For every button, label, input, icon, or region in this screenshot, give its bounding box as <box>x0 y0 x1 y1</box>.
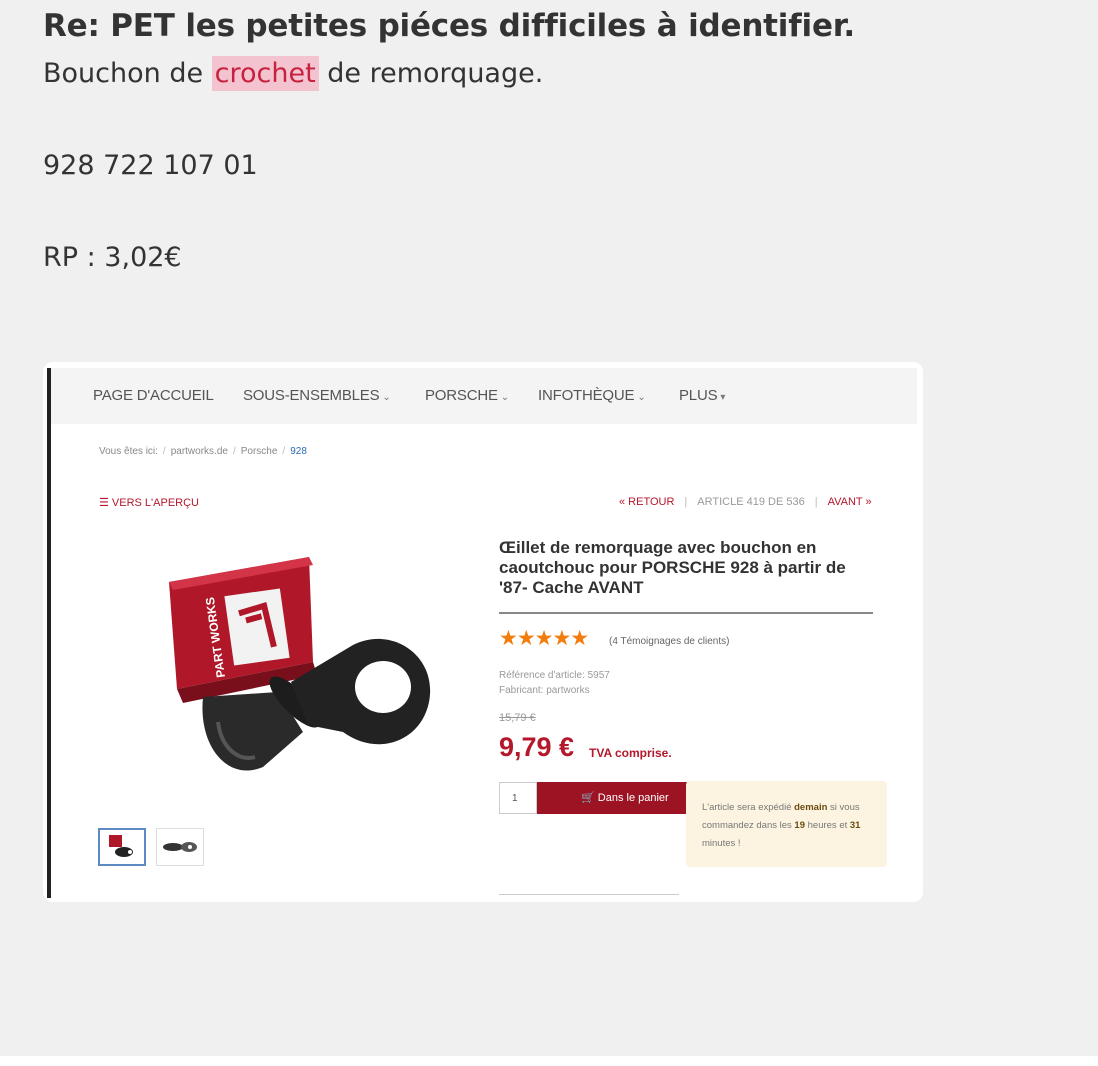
breadcrumb-prefix: Vous êtes ici: <box>99 446 158 457</box>
reviews-link[interactable]: (4 Témoignages de clients) <box>609 636 729 647</box>
shop-nav-bar: PAGE D'ACCUEIL SOUS-ENSEMBLES ⌄ PORSCHE ⌄ … <box>51 368 917 424</box>
chevron-down-icon: ⌄ <box>500 392 509 403</box>
chevron-down-icon: ⌄ <box>382 392 391 403</box>
nav-item-home[interactable]: PAGE D'ACCUEIL <box>93 387 214 404</box>
cart-icon: 🛒 <box>581 792 598 804</box>
description-text-before: Bouchon de <box>43 58 212 89</box>
embedded-screenshot: PAGE D'ACCUEIL SOUS-ENSEMBLES ⌄ PORSCHE ⌄ … <box>43 362 923 902</box>
breadcrumb: Vous êtes ici: / partworks.de / Porsche/928 <box>99 446 307 457</box>
caret-down-icon: ▾ <box>720 392 726 403</box>
rating-stars: ★★★★★ <box>499 626 589 650</box>
old-price: 15,79 € <box>499 712 536 724</box>
search-highlight: crochet <box>211 56 319 91</box>
thumbnail-1[interactable] <box>98 828 146 866</box>
description-text-after: de remorquage. <box>318 58 544 89</box>
forum-post: Re: PET les petites piéces difficiles à … <box>0 0 1098 1056</box>
manufacturer: Fabricant: partworks <box>499 685 590 696</box>
post-description: Bouchon de crochet de remorquage. <box>43 56 544 91</box>
vat-note: TVA comprise. <box>589 746 672 760</box>
quantity-input[interactable]: 1 <box>499 782 537 814</box>
ship-day: demain <box>794 802 828 813</box>
breadcrumb-current[interactable]: 928 <box>290 446 307 457</box>
product-image[interactable]: PART WORKS <box>163 557 443 802</box>
add-to-cart-label: Dans le panier <box>597 792 669 804</box>
pager-back-link[interactable]: « RETOUR <box>619 496 674 508</box>
add-to-cart-button[interactable]: 🛒 Dans le panier <box>537 782 687 814</box>
nav-item-porsche[interactable]: PORSCHE ⌄ <box>425 387 509 404</box>
nav-item-more[interactable]: PLUS ▾ <box>679 387 725 404</box>
back-to-overview-link[interactable]: ☰ VERS L'APERÇU <box>99 496 199 509</box>
current-price: 9,79 € <box>499 732 575 762</box>
screenshot-left-border <box>47 368 51 898</box>
product-title: Œillet de remorquage avec bouchon en cao… <box>499 538 846 597</box>
article-pager: « RETOUR | ARTICLE 419 DE 536 | AVANT » <box>619 496 872 508</box>
article-reference: Référence d'article: 5957 <box>499 670 610 681</box>
ship-minutes: 31 <box>849 820 861 831</box>
bottom-divider <box>499 894 679 895</box>
shipping-notice: L'article sera expédié demain si vous co… <box>686 781 887 867</box>
part-price: RP : 3,02€ <box>43 242 182 273</box>
post-title: Re: PET les petites piéces difficiles à … <box>43 8 856 44</box>
breadcrumb-link-porsche[interactable]: Porsche <box>241 446 278 457</box>
breadcrumb-link-home[interactable]: partworks.de <box>171 446 228 457</box>
chevron-down-icon: ⌄ <box>637 392 646 403</box>
title-divider <box>499 612 873 614</box>
nav-item-infotheque[interactable]: INFOTHÈQUE ⌄ <box>538 387 646 404</box>
nav-item-sub-assemblies[interactable]: SOUS-ENSEMBLES ⌄ <box>243 387 391 404</box>
pager-position: ARTICLE 419 DE 536 <box>697 496 805 508</box>
thumbnail-2[interactable] <box>156 828 204 866</box>
pager-next-link[interactable]: AVANT » <box>828 496 872 508</box>
part-number: 928 722 107 01 <box>43 150 258 181</box>
ship-hours: 19 <box>794 820 805 831</box>
